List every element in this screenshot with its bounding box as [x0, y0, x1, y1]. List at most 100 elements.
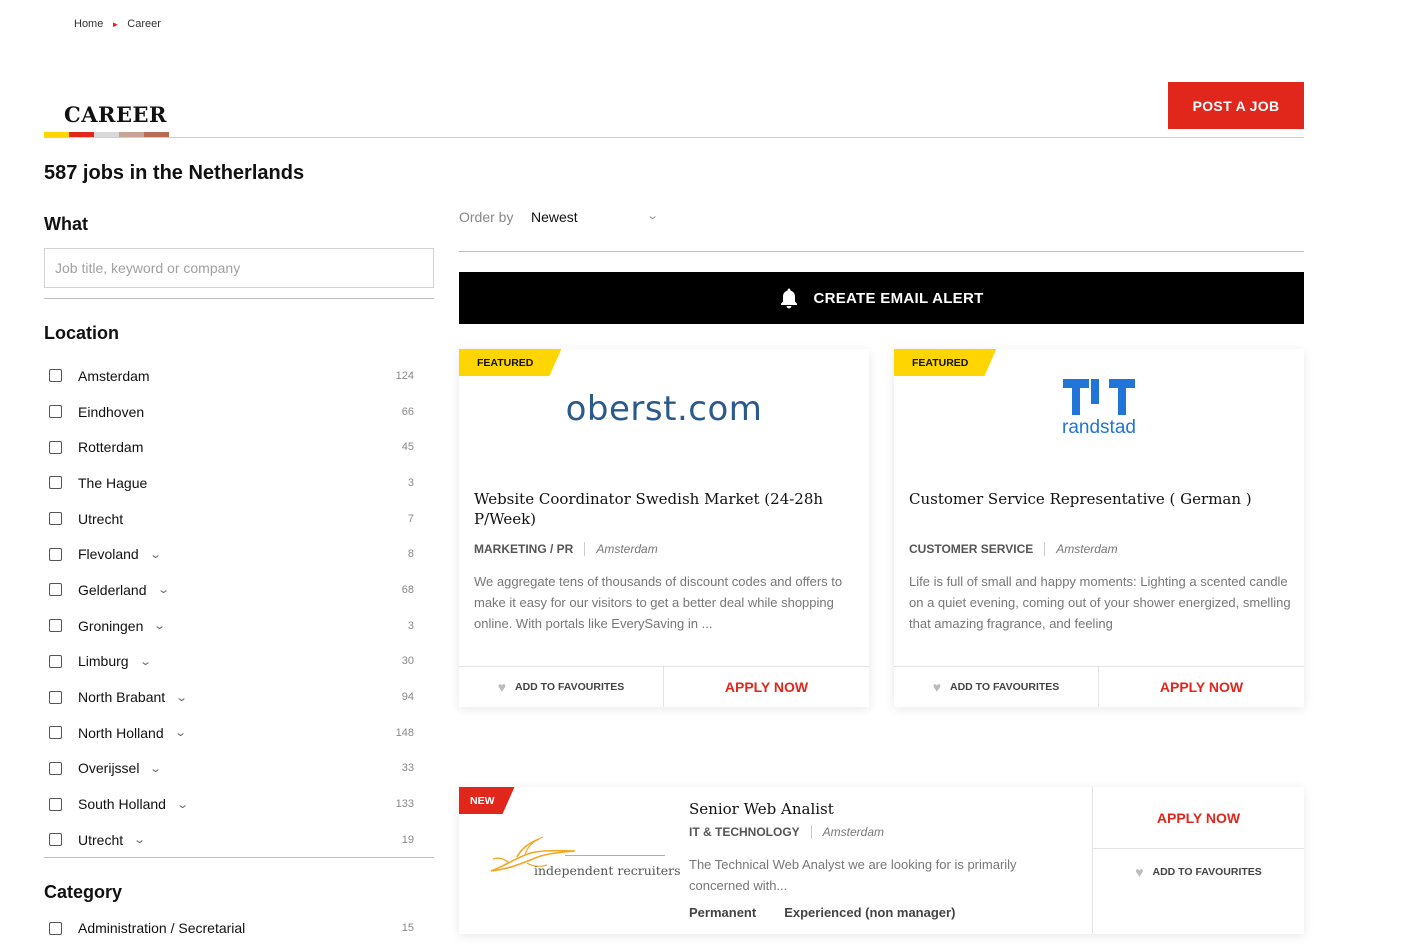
chevron-down-icon[interactable]: ⌄ — [176, 798, 189, 811]
order-by-label: Order by — [459, 209, 514, 225]
location-filter-title: Location — [44, 323, 119, 343]
location-item[interactable]: North Holland ⌄ 148 — [44, 715, 434, 751]
location-item[interactable]: Gelderland ⌄ 68 — [44, 572, 434, 608]
job-title-link[interactable]: Customer Service Representative ( German… — [909, 489, 1289, 509]
featured-badge: FEATURED — [894, 349, 996, 376]
job-description: Life is full of small and happy moments:… — [909, 574, 1291, 631]
location-checkbox[interactable] — [49, 690, 62, 704]
location-checkbox[interactable] — [49, 797, 62, 811]
category-item[interactable]: Administration / Secretarial 15 — [44, 910, 434, 946]
job-location: Amsterdam — [1056, 542, 1118, 556]
job-description: The Technical Web Analyst we are looking… — [689, 857, 1017, 893]
location-checkbox[interactable] — [49, 512, 62, 526]
location-item[interactable]: Rotterdam 45 — [44, 429, 434, 465]
keyword-search-input[interactable] — [44, 248, 434, 288]
location-checkbox[interactable] — [49, 726, 62, 740]
divider — [459, 251, 1304, 252]
company-logo-text: independent recruiters — [534, 863, 681, 878]
create-email-alert-button[interactable]: CREATE EMAIL ALERT — [459, 272, 1304, 324]
location-label: Rotterdam — [78, 439, 144, 456]
divider — [44, 298, 434, 299]
bell-icon — [781, 288, 798, 309]
featured-badge: FEATURED — [459, 349, 561, 376]
breadcrumb-current: Career — [127, 18, 161, 30]
location-list: Amsterdam 124 Eindhoven 66 Rotterdam 45 The Ha… — [44, 358, 434, 858]
location-count: 133 — [395, 798, 414, 811]
job-type-tag: Permanent — [689, 905, 757, 920]
post-job-button[interactable]: POST A JOB — [1168, 82, 1304, 129]
location-count: 30 — [401, 655, 414, 668]
job-card-wide[interactable]: NEW independent recruiters Senior Web An… — [459, 787, 1304, 934]
breadcrumb: Home ► Career — [74, 18, 161, 30]
add-to-favourites-button[interactable]: ♥ ADD TO FAVOURITES — [894, 667, 1099, 707]
location-item[interactable]: Flevoland ⌄ 8 — [44, 536, 434, 572]
chevron-down-icon[interactable]: ⌄ — [150, 762, 163, 775]
location-checkbox[interactable] — [49, 761, 62, 775]
apply-now-button[interactable]: APPLY NOW — [1093, 787, 1304, 849]
location-checkbox[interactable] — [49, 440, 62, 454]
location-checkbox[interactable] — [49, 833, 62, 847]
company-logo-text: oberst.com — [565, 389, 763, 429]
location-label: Groningen — [78, 617, 144, 634]
chevron-down-icon[interactable]: ⌄ — [646, 209, 659, 222]
job-title-link[interactable]: Website Coordinator Swedish Market (24-2… — [474, 489, 854, 529]
divider — [584, 542, 586, 556]
location-checkbox[interactable] — [49, 405, 62, 419]
location-count: 124 — [395, 369, 414, 382]
job-card[interactable]: FEATURED oberst.com Website Coordinator … — [459, 349, 869, 707]
add-to-favourites-button[interactable]: ♥ ADD TO FAVOURITES — [1093, 849, 1304, 894]
job-location: Amsterdam — [596, 542, 658, 556]
location-checkbox[interactable] — [49, 476, 62, 490]
divider — [1044, 542, 1046, 556]
company-logo: oberst.com — [459, 389, 869, 429]
breadcrumb-home-link[interactable]: Home — [74, 18, 103, 30]
category-checkbox[interactable] — [49, 921, 62, 935]
location-item[interactable]: North Brabant ⌄ 94 — [44, 679, 434, 715]
location-checkbox[interactable] — [49, 547, 62, 561]
chevron-down-icon[interactable]: ⌄ — [154, 619, 167, 632]
location-item[interactable]: Eindhoven 66 — [44, 394, 434, 430]
location-checkbox[interactable] — [49, 654, 62, 668]
job-title-link[interactable]: Senior Web Analist — [689, 799, 1079, 819]
logo-underline — [565, 855, 665, 856]
chevron-down-icon[interactable]: ⌄ — [174, 726, 187, 739]
job-description: We aggregate tens of thousands of discou… — [474, 574, 843, 631]
location-item[interactable]: Limburg ⌄ 30 — [44, 644, 434, 680]
location-count: 45 — [401, 441, 414, 454]
location-checkbox[interactable] — [49, 369, 62, 383]
location-count: 66 — [401, 405, 414, 418]
location-count: 148 — [395, 726, 414, 739]
chevron-down-icon[interactable]: ⌄ — [133, 833, 146, 846]
location-label: Flevoland — [78, 546, 139, 563]
job-card[interactable]: FEATURED randstad Customer Service Repre… — [894, 349, 1304, 707]
add-to-favourites-button[interactable]: ♥ ADD TO FAVOURITES — [459, 667, 664, 707]
new-badge: NEW — [459, 787, 515, 814]
chevron-down-icon[interactable]: ⌄ — [157, 583, 170, 596]
location-count: 3 — [407, 476, 414, 489]
chevron-down-icon[interactable]: ⌄ — [149, 548, 162, 561]
location-item[interactable]: Utrecht ⌄ 19 — [44, 822, 434, 858]
location-item[interactable]: Utrecht 7 — [44, 501, 434, 537]
location-item[interactable]: Amsterdam 124 — [44, 358, 434, 394]
chevron-down-icon[interactable]: ⌄ — [139, 655, 152, 668]
job-category: MARKETING / PR — [474, 542, 574, 556]
location-count: 33 — [401, 762, 414, 775]
apply-now-button[interactable]: APPLY NOW — [664, 667, 869, 707]
apply-now-button[interactable]: APPLY NOW — [1099, 667, 1304, 707]
heart-icon: ♥ — [932, 679, 941, 695]
location-item[interactable]: Overijssel ⌄ 33 — [44, 751, 434, 787]
location-checkbox[interactable] — [49, 583, 62, 597]
chevron-down-icon[interactable]: ⌄ — [175, 691, 188, 704]
location-item[interactable]: The Hague 3 — [44, 465, 434, 501]
location-label: Gelderland — [78, 581, 147, 598]
location-checkbox[interactable] — [49, 619, 62, 633]
location-item[interactable]: South Holland ⌄ 133 — [44, 786, 434, 822]
location-label: Eindhoven — [78, 403, 145, 420]
location-item[interactable]: Groningen ⌄ 3 — [44, 608, 434, 644]
card-footer: ♥ ADD TO FAVOURITES APPLY NOW — [459, 666, 869, 707]
add-to-favourites-label: ADD TO FAVOURITES — [515, 681, 625, 693]
job-meta: CUSTOMER SERVICE Amsterdam — [909, 542, 1118, 556]
randstad-logo-icon — [1063, 379, 1135, 415]
order-by-select[interactable]: Newest — [531, 209, 578, 225]
location-label: North Brabant — [78, 689, 166, 706]
